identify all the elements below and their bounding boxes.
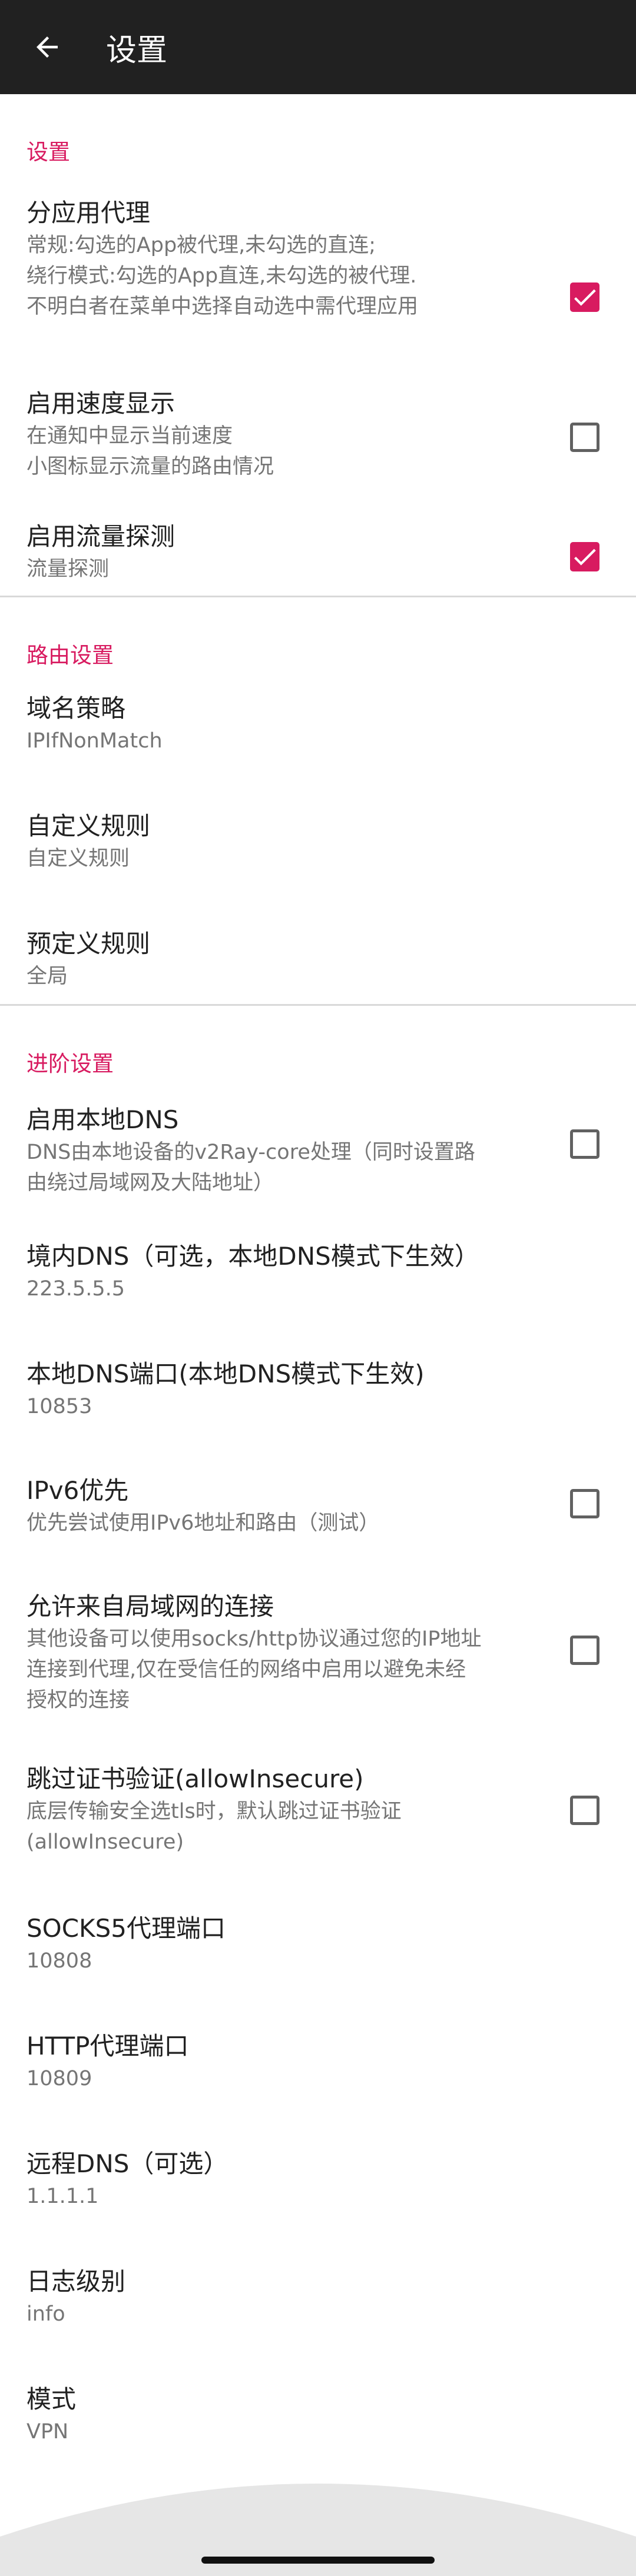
pref-domestic-dns[interactable]: 境内DNS（可选，本地DNS模式下生效） 223.5.5.5 <box>0 1228 636 1345</box>
pref-mode[interactable]: 模式 VPN <box>0 2368 636 2474</box>
app-bar: 设置 <box>0 0 636 94</box>
pref-sniffing[interactable]: 启用流量探测 流量探测 <box>0 503 636 596</box>
pref-summary: 自定义规则 <box>26 847 130 870</box>
pref-summary: 1.1.1.1 <box>26 2185 99 2208</box>
pref-title: 本地DNS端口(本地DNS模式下生效) <box>26 1360 425 1388</box>
pref-title: 允许来自局域网的连接 <box>26 1592 274 1621</box>
local-dns-checkbox[interactable] <box>570 1129 599 1159</box>
pref-summary: 常规:勾选的App被代理,未勾选的直连; 绕行模式:勾选的App直连,未勾选的被… <box>26 234 419 318</box>
pref-summary: 10853 <box>26 1395 92 1418</box>
pref-title: IPv6优先 <box>26 1476 129 1505</box>
pref-summary: 优先尝试使用IPv6地址和路由（测试） <box>26 1511 380 1535</box>
pref-remote-dns[interactable]: 远程DNS（可选） 1.1.1.1 <box>0 2132 636 2250</box>
pref-title: 跳过证书验证(allowInsecure) <box>26 1764 364 1793</box>
pref-per-app-proxy[interactable]: 分应用代理 常规:勾选的App被代理,未勾选的直连; 绕行模式:勾选的App直连… <box>0 174 636 368</box>
arrow-left-icon <box>37 36 58 58</box>
pref-summary: VPN <box>26 2420 69 2444</box>
pref-custom-rules[interactable]: 自定义规则 自定义规则 <box>0 793 636 910</box>
pref-summary: 流量探测 <box>26 557 110 581</box>
pref-summary: info <box>26 2302 65 2326</box>
pref-title: SOCKS5代理端口 <box>26 1914 226 1943</box>
pref-title: 启用本地DNS <box>26 1105 179 1134</box>
pref-summary: 其他设备可以使用socks/http协议通过您的IP地址 连接到代理,仅在受信任… <box>26 1627 482 1712</box>
back-button[interactable] <box>18 18 77 77</box>
pref-title: 自定义规则 <box>26 812 151 840</box>
allow-insecure-checkbox[interactable] <box>570 1796 599 1825</box>
sniffing-checkbox[interactable] <box>570 542 599 571</box>
pref-title: 境内DNS（可选，本地DNS模式下生效） <box>26 1242 479 1271</box>
pref-title: 模式 <box>26 2385 77 2414</box>
check-icon <box>574 289 596 306</box>
home-indicator[interactable] <box>201 2557 435 2564</box>
pref-log-level[interactable]: 日志级别 info <box>0 2250 636 2368</box>
pref-title: 日志级别 <box>26 2267 126 2296</box>
pref-allow-insecure[interactable]: 跳过证书验证(allowInsecure) 底层传输安全选tls时，默认跳过证书… <box>0 1747 636 1897</box>
pref-summary: 底层传输安全选tls时，默认跳过证书验证 (allowInsecure) <box>26 1800 402 1854</box>
ipv6-checkbox[interactable] <box>570 1489 599 1518</box>
pref-domain-strategy[interactable]: 域名策略 IPIfNonMatch <box>0 675 636 793</box>
pref-ipv6[interactable]: IPv6优先 优先尝试使用IPv6地址和路由（测试） <box>0 1450 636 1571</box>
pref-summary: 10809 <box>26 2067 92 2090</box>
pref-local-dns-port[interactable]: 本地DNS端口(本地DNS模式下生效) 10853 <box>0 1345 636 1450</box>
pref-title: 预定义规则 <box>26 929 151 958</box>
pref-http-port[interactable]: HTTP代理端口 10809 <box>0 2015 636 2132</box>
pref-title: 启用流量探测 <box>26 522 175 551</box>
section-header-advanced: 进阶设置 <box>26 1051 114 1076</box>
section-header-general: 设置 <box>26 139 70 165</box>
allow-lan-checkbox[interactable] <box>570 1636 599 1665</box>
pref-title: 分应用代理 <box>26 198 151 227</box>
section-header-routing: 路由设置 <box>26 643 114 668</box>
pref-speed-display[interactable]: 启用速度显示 在通知中显示当前速度 小图标显示流量的路由情况 <box>0 368 636 503</box>
check-icon <box>574 549 596 566</box>
per-app-proxy-checkbox[interactable] <box>570 282 599 312</box>
settings-list: 设置 分应用代理 常规:勾选的App被代理,未勾选的直连; 绕行模式:勾选的Ap… <box>0 94 636 2474</box>
pref-summary: DNS由本地设备的v2Ray-core处理（同时设置路 由绕过局域网及大陆地址） <box>26 1141 475 1195</box>
pref-title: 域名策略 <box>26 694 126 723</box>
pref-local-dns[interactable]: 启用本地DNS DNS由本地设备的v2Ray-core处理（同时设置路 由绕过局… <box>0 1085 636 1228</box>
pref-summary: 223.5.5.5 <box>26 1277 125 1301</box>
speed-display-checkbox[interactable] <box>570 423 599 452</box>
pref-title: HTTP代理端口 <box>26 2032 189 2060</box>
pref-allow-lan[interactable]: 允许来自局域网的连接 其他设备可以使用socks/http协议通过您的IP地址 … <box>0 1571 636 1747</box>
pref-summary: 在通知中显示当前速度 小图标显示流量的路由情况 <box>26 424 274 478</box>
pref-title: 启用速度显示 <box>26 389 175 418</box>
pref-title: 远程DNS（可选） <box>26 2149 228 2178</box>
pref-summary: IPIfNonMatch <box>26 729 163 753</box>
pref-summary: 10808 <box>26 1949 92 1973</box>
page-title: 设置 <box>106 32 168 68</box>
pref-predefined-rules[interactable]: 预定义规则 全局 <box>0 910 636 1004</box>
pref-summary: 全局 <box>26 965 68 988</box>
pref-socks-port[interactable]: SOCKS5代理端口 10808 <box>0 1897 636 2015</box>
